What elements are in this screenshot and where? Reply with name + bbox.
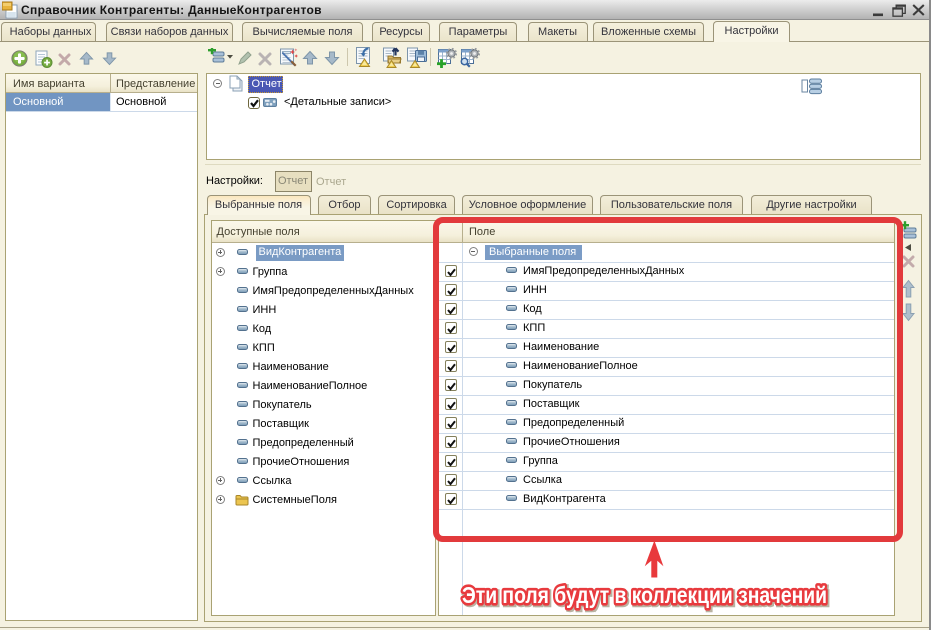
svg-text:Эти поля будут в коллекции зна: Эти поля будут в коллекции значений (462, 582, 827, 608)
